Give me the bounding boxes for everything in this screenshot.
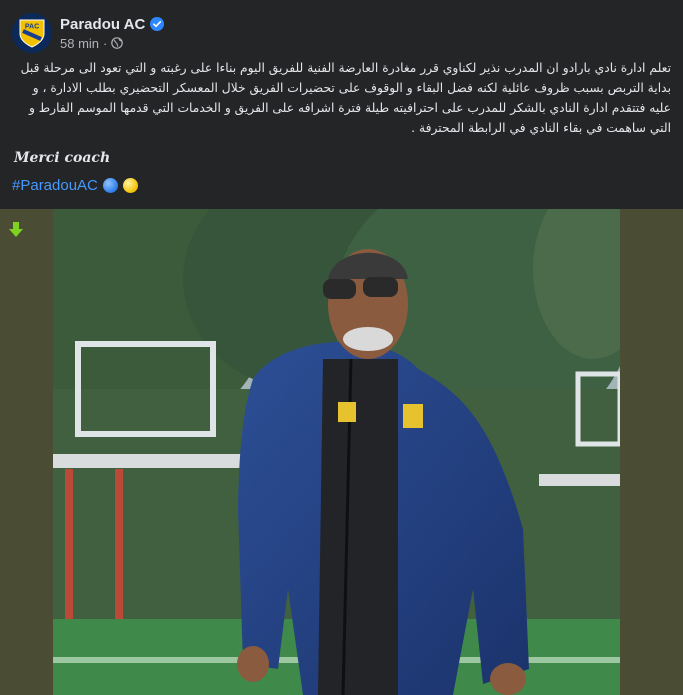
post-closing-text: Merci coach xyxy=(14,150,111,166)
post-header: PAC Paradou AC 58 min · xyxy=(12,10,165,56)
yellow-circle-emoji xyxy=(122,178,138,193)
avatar[interactable]: PAC xyxy=(12,13,52,53)
paradou-crest-logo: PAC xyxy=(19,19,45,48)
crest-text: PAC xyxy=(25,24,39,31)
hashtag-row: #ParadouAC xyxy=(12,177,138,194)
down-arrow-icon[interactable] xyxy=(8,221,24,239)
page-name[interactable]: Paradou AC xyxy=(60,16,145,33)
coach-photo xyxy=(53,209,620,695)
verified-badge-icon xyxy=(150,17,165,31)
separator: · xyxy=(103,35,108,51)
blue-circle-emoji xyxy=(102,178,118,193)
post-media[interactable] xyxy=(0,209,683,695)
post-body-text: تعلم ادارة نادي بارادو ان المدرب نذير لك… xyxy=(20,61,671,135)
post-timestamp[interactable]: 58 min xyxy=(60,36,99,51)
hashtag-link[interactable]: #ParadouAC xyxy=(12,177,98,194)
globe-icon[interactable] xyxy=(111,37,124,49)
